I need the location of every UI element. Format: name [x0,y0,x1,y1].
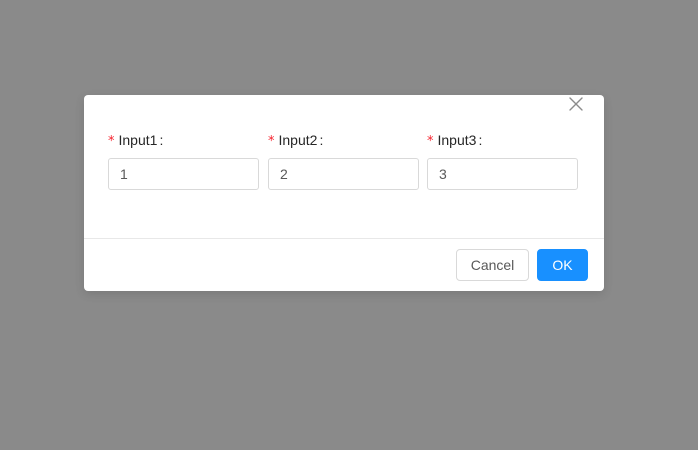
field-label-text: Input1 [118,132,158,148]
field-label-input3: * Input3: [427,131,482,149]
input1-field[interactable] [108,158,259,190]
form-item-input3: * Input3: [427,131,578,191]
required-mark: * [268,134,275,149]
label-colon: : [159,132,164,148]
field-label-input1: * Input1: [108,131,163,149]
modal-dialog: *Input1: *Input2: *Input3: Cancel OK [84,95,604,291]
cancel-button[interactable]: Cancel [456,249,529,281]
form-item-input2: * Input2: [268,131,419,191]
input3-field[interactable] [427,158,578,190]
label-colon: : [478,132,483,148]
required-mark: * [427,134,434,149]
modal-footer: Cancel OK [84,238,604,292]
field-label-text: Input2 [278,132,318,148]
close-icon [569,97,583,111]
close-button[interactable] [566,95,586,115]
form-item-input1: * Input1: [108,131,259,191]
label-colon: : [319,132,324,148]
input2-field[interactable] [268,158,419,190]
required-mark: * [108,134,115,149]
ok-button[interactable]: OK [537,249,588,281]
field-label-text: Input3 [437,132,477,148]
field-label-input2: * Input2: [268,131,323,149]
form-row: *Input1: *Input2: *Input3: [108,131,580,191]
